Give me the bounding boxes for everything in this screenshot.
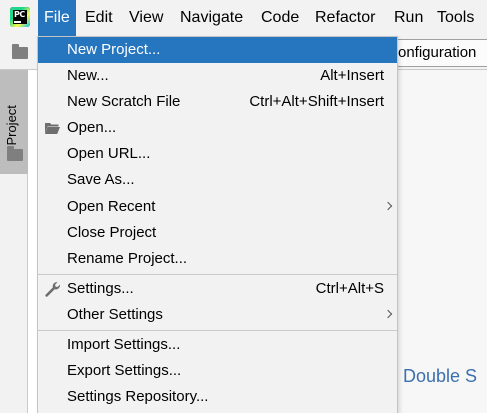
menu-refactor[interactable]: Refactor	[309, 0, 381, 36]
folder-icon[interactable]	[12, 44, 28, 59]
menu-item-export-settings[interactable]: Export Settings...	[38, 358, 397, 384]
menu-run[interactable]: Run	[388, 0, 429, 36]
menu-item-open[interactable]: Open...	[38, 115, 397, 141]
menu-item-save-as[interactable]: Save As...	[38, 167, 397, 193]
menu-separator	[38, 330, 397, 331]
file-menu-dropdown: New Project... New... Alt+Insert New Scr…	[37, 36, 398, 413]
run-configuration-button[interactable]: onfiguration	[394, 39, 487, 67]
menu-tools[interactable]: Tools	[431, 0, 480, 36]
menu-item-rename-project[interactable]: Rename Project...	[38, 246, 397, 272]
editor-hint-text: e Double S	[388, 366, 478, 386]
menu-item-new-project[interactable]: New Project...	[38, 37, 397, 63]
menu-item-settings[interactable]: Settings... Ctrl+Alt+S	[38, 276, 397, 302]
menu-separator	[38, 274, 397, 275]
editor-area	[398, 70, 487, 413]
menu-item-close-project[interactable]: Close Project	[38, 220, 397, 246]
chevron-right-icon	[383, 201, 393, 211]
menu-item-other-settings[interactable]: Other Settings	[38, 302, 397, 328]
shortcut-label: Ctrl+Alt+Shift+Insert	[249, 93, 384, 110]
menu-code[interactable]: Code	[255, 0, 305, 36]
menu-item-new-scratch-file[interactable]: New Scratch File Ctrl+Alt+Shift+Insert	[38, 89, 397, 115]
chevron-right-icon	[383, 309, 393, 319]
menu-view[interactable]: View	[123, 0, 169, 36]
shortcut-label: Ctrl+Alt+S	[315, 280, 384, 297]
menu-edit[interactable]: Edit	[79, 0, 119, 36]
menu-item-new[interactable]: New... Alt+Insert	[38, 63, 397, 89]
menu-item-open-url[interactable]: Open URL...	[38, 141, 397, 167]
pycharm-logo-icon[interactable]: PC	[10, 7, 30, 27]
wrench-icon	[45, 282, 60, 297]
menu-item-open-recent[interactable]: Open Recent	[38, 194, 397, 220]
menu-bar: PC File Edit View Navigate Code Refactor…	[0, 0, 487, 36]
menu-navigate[interactable]: Navigate	[174, 0, 249, 36]
menu-item-settings-repository[interactable]: Settings Repository...	[38, 384, 397, 410]
folder-icon	[7, 146, 23, 161]
folder-open-icon	[45, 123, 60, 134]
shortcut-label: Alt+Insert	[320, 67, 384, 84]
menu-file[interactable]: File	[38, 0, 76, 36]
menu-item-import-settings[interactable]: Import Settings...	[38, 332, 397, 358]
